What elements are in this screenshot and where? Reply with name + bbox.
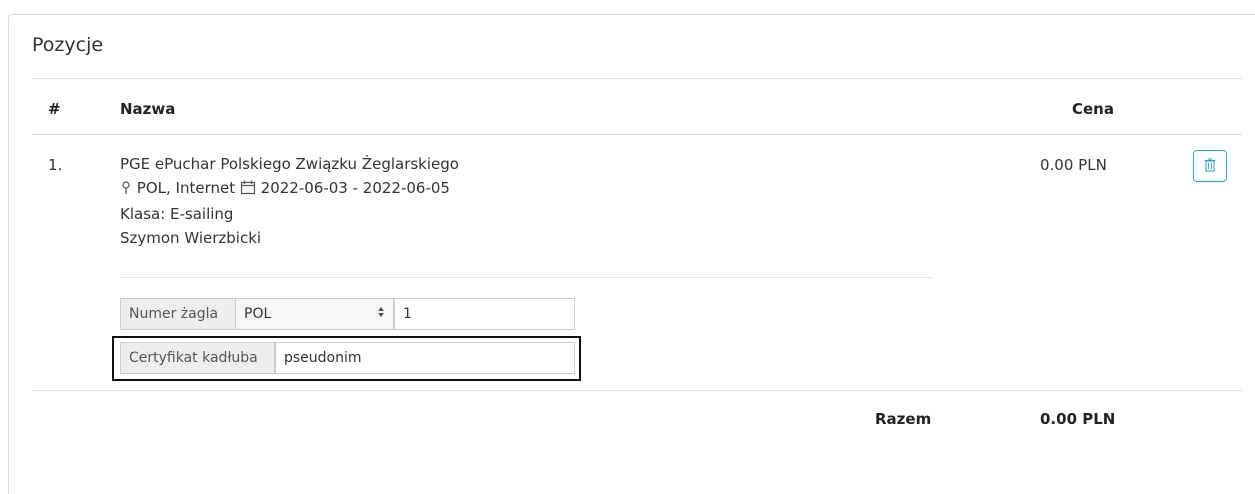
- title-divider: [32, 78, 1242, 79]
- column-header-price: Cena: [1072, 100, 1114, 118]
- trash-icon: [1204, 157, 1216, 176]
- total-label: Razem: [875, 410, 932, 428]
- header-divider: [32, 134, 1242, 135]
- column-header-name: Nazwa: [120, 100, 176, 118]
- sail-number-label: Numer żagla: [120, 298, 236, 330]
- sail-country-select[interactable]: POL: [236, 298, 394, 330]
- event-name: PGE ePuchar Polskiego Związku Żeglarskie…: [120, 155, 459, 173]
- sail-country-value: POL: [244, 306, 272, 322]
- row-price: 0.00 PLN: [1040, 156, 1107, 174]
- footer-divider: [32, 390, 1242, 391]
- delete-item-button[interactable]: [1193, 150, 1227, 182]
- item-details: PGE ePuchar Polskiego Związku Żeglarskie…: [120, 152, 459, 250]
- event-meta: POL, Internet 2022-06-03 - 2022-06-05: [120, 176, 459, 202]
- item-divider: [120, 277, 932, 278]
- focus-highlight-box: [112, 336, 581, 381]
- select-arrows-icon: [377, 306, 385, 322]
- panel-title: Pozycje: [32, 34, 104, 56]
- row-index: 1.: [48, 156, 63, 174]
- sail-number-group: Numer żagla POL 1: [120, 298, 575, 330]
- calendar-icon: [240, 178, 256, 202]
- participant-name: Szymon Wierzbicki: [120, 229, 262, 247]
- event-dates: 2022-06-03 - 2022-06-05: [260, 179, 450, 197]
- total-value: 0.00 PLN: [1040, 410, 1116, 428]
- map-pin-icon: [120, 178, 132, 202]
- sail-number-input[interactable]: 1: [394, 298, 575, 330]
- event-class: Klasa: E-sailing: [120, 205, 234, 223]
- event-location: POL, Internet: [136, 179, 236, 197]
- column-header-index: #: [48, 100, 61, 118]
